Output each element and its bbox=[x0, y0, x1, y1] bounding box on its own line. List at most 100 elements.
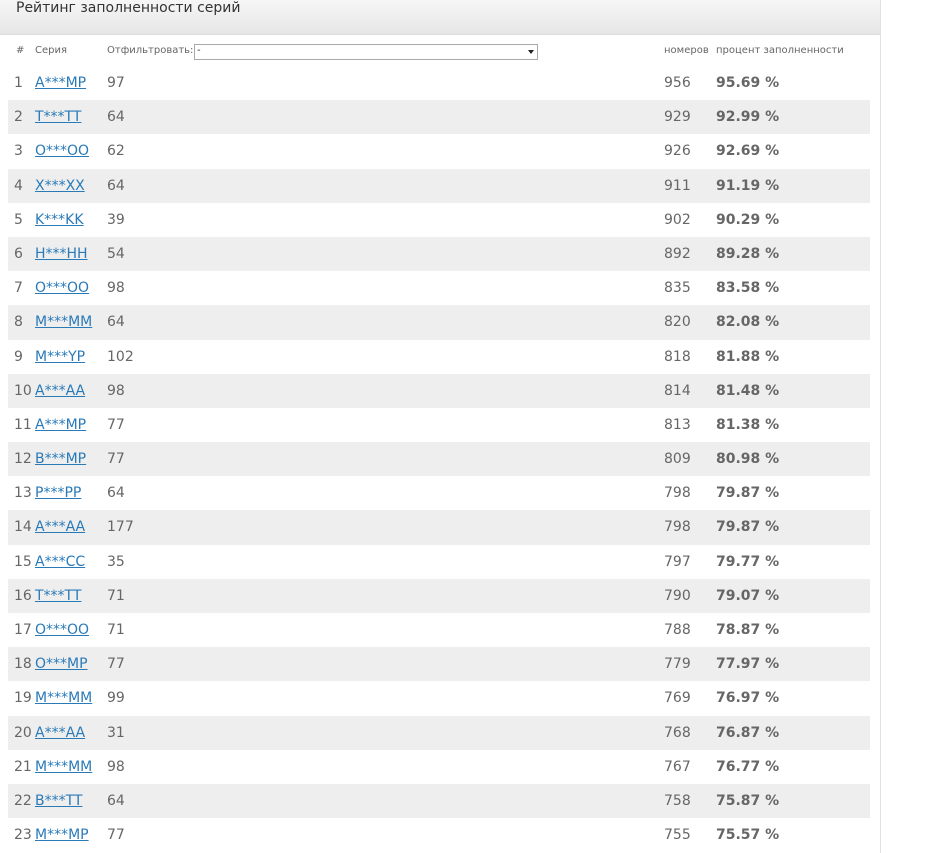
series-link[interactable]: A***AA bbox=[35, 725, 85, 741]
fill-percent: 89.28 % bbox=[716, 245, 780, 262]
fill-percent: 79.07 % bbox=[716, 587, 780, 604]
fill-percent: 75.57 % bbox=[716, 827, 780, 844]
series-link[interactable]: O***OO bbox=[35, 280, 89, 296]
series-count: 77 bbox=[107, 451, 125, 468]
series-link[interactable]: O***MP bbox=[35, 656, 88, 672]
series-link[interactable]: X***XX bbox=[35, 178, 85, 194]
series-link[interactable]: A***MP bbox=[35, 417, 86, 433]
row-index: 2 bbox=[14, 109, 23, 126]
series-link[interactable]: B***MP bbox=[35, 451, 86, 467]
series-link[interactable]: A***MP bbox=[35, 75, 86, 91]
series-link[interactable]: M***MM bbox=[35, 314, 92, 330]
row-index: 20 bbox=[14, 724, 32, 741]
row-index: 16 bbox=[14, 587, 32, 604]
series-link[interactable]: O***OO bbox=[35, 143, 89, 159]
numbers-count: 779 bbox=[664, 656, 691, 673]
table-row: 13 P***PP 64 798 79.87 % bbox=[8, 476, 870, 510]
fill-percent: 79.87 % bbox=[716, 485, 780, 502]
numbers-count: 813 bbox=[664, 416, 691, 433]
filter-label: Отфильтровать: bbox=[107, 45, 194, 56]
chevron-down-icon[interactable] bbox=[528, 50, 534, 54]
table-row: 12 B***MP 77 809 80.98 % bbox=[8, 442, 870, 477]
series-count: 35 bbox=[107, 553, 125, 570]
table-row: 8 M***MM 64 820 82.08 % bbox=[8, 305, 870, 340]
numbers-count: 768 bbox=[664, 724, 691, 741]
row-index: 17 bbox=[14, 622, 32, 638]
series-link[interactable]: T***TT bbox=[35, 588, 81, 604]
series-link[interactable]: A***CC bbox=[35, 554, 85, 570]
series-count: 77 bbox=[107, 827, 125, 844]
series-link[interactable]: M***YP bbox=[35, 349, 85, 365]
column-header-percent: процент заполненности bbox=[716, 45, 844, 56]
fill-percent: 91.19 % bbox=[716, 177, 780, 194]
numbers-count: 814 bbox=[664, 382, 691, 399]
fill-percent: 79.87 % bbox=[716, 519, 780, 536]
table-row: 23 M***MP 77 755 75.57 % bbox=[8, 818, 870, 852]
table-row: 17 O***OO 71 788 78.87 % bbox=[8, 613, 870, 647]
filter-select[interactable]: - bbox=[194, 44, 538, 60]
table-row: 5 K***KK 39 902 90.29 % bbox=[8, 203, 870, 237]
row-index: 10 bbox=[14, 382, 32, 399]
table-row: 4 X***XX 64 911 91.19 % bbox=[8, 168, 870, 203]
numbers-count: 809 bbox=[664, 451, 691, 468]
series-link[interactable]: M***MP bbox=[35, 827, 89, 843]
series-link[interactable]: K***KK bbox=[35, 212, 84, 228]
numbers-count: 797 bbox=[664, 553, 691, 570]
series-link[interactable]: B***TT bbox=[35, 793, 82, 809]
fill-percent: 81.88 % bbox=[716, 348, 780, 365]
row-index: 5 bbox=[14, 211, 23, 228]
row-index: 22 bbox=[14, 792, 32, 809]
numbers-count: 790 bbox=[664, 587, 691, 604]
row-index: 13 bbox=[14, 485, 32, 502]
row-index: 12 bbox=[14, 451, 32, 468]
column-header-numbers: номеров bbox=[664, 45, 709, 56]
fill-percent: 82.08 % bbox=[716, 314, 780, 331]
fill-percent: 81.38 % bbox=[716, 416, 780, 433]
filter-select-value: - bbox=[197, 45, 201, 56]
numbers-count: 798 bbox=[664, 485, 691, 502]
numbers-count: 758 bbox=[664, 792, 691, 809]
series-link[interactable]: P***PP bbox=[35, 485, 81, 501]
row-index: 1 bbox=[14, 75, 23, 91]
fill-percent: 92.99 % bbox=[716, 109, 780, 126]
series-link[interactable]: T***TT bbox=[35, 109, 81, 125]
table-row: 20 A***AA 31 768 76.87 % bbox=[8, 715, 870, 750]
numbers-count: 929 bbox=[664, 109, 691, 126]
numbers-count: 926 bbox=[664, 143, 691, 160]
series-link[interactable]: A***AA bbox=[35, 383, 85, 399]
series-count: 39 bbox=[107, 211, 125, 228]
row-index: 21 bbox=[14, 758, 32, 775]
row-index: 4 bbox=[14, 177, 23, 194]
fill-percent: 76.97 % bbox=[716, 690, 780, 707]
series-count: 99 bbox=[107, 690, 125, 707]
row-index: 15 bbox=[14, 553, 32, 570]
series-link[interactable]: A***AA bbox=[35, 519, 85, 535]
table-row: 2 T***TT 64 929 92.99 % bbox=[8, 100, 870, 135]
row-index: 9 bbox=[14, 348, 23, 365]
numbers-count: 902 bbox=[664, 211, 691, 228]
series-count: 177 bbox=[107, 519, 134, 536]
fill-percent: 81.48 % bbox=[716, 382, 780, 399]
table-row: 3 O***OO 62 926 92.69 % bbox=[8, 134, 870, 168]
series-link[interactable]: M***MM bbox=[35, 759, 92, 775]
series-count: 64 bbox=[107, 314, 125, 331]
fill-percent: 76.77 % bbox=[716, 758, 780, 775]
numbers-count: 798 bbox=[664, 519, 691, 536]
numbers-count: 788 bbox=[664, 622, 691, 638]
table-row: 10 A***AA 98 814 81.48 % bbox=[8, 373, 870, 408]
numbers-count: 820 bbox=[664, 314, 691, 331]
table-row: 22 B***TT 64 758 75.87 % bbox=[8, 783, 870, 819]
series-count: 64 bbox=[107, 109, 125, 126]
series-count: 98 bbox=[107, 280, 125, 297]
table-row: 18 O***MP 77 779 77.97 % bbox=[8, 647, 870, 682]
numbers-count: 818 bbox=[664, 348, 691, 365]
page-title: Рейтинг заполненности серий bbox=[16, 0, 241, 16]
series-count: 97 bbox=[107, 75, 125, 91]
series-count: 77 bbox=[107, 416, 125, 433]
fill-percent: 77.97 % bbox=[716, 656, 780, 673]
table-row: 21 M***MM 98 767 76.77 % bbox=[8, 750, 870, 784]
series-link[interactable]: O***OO bbox=[35, 622, 89, 638]
series-count: 64 bbox=[107, 177, 125, 194]
series-link[interactable]: H***HH bbox=[35, 246, 88, 262]
series-link[interactable]: M***MM bbox=[35, 690, 92, 706]
